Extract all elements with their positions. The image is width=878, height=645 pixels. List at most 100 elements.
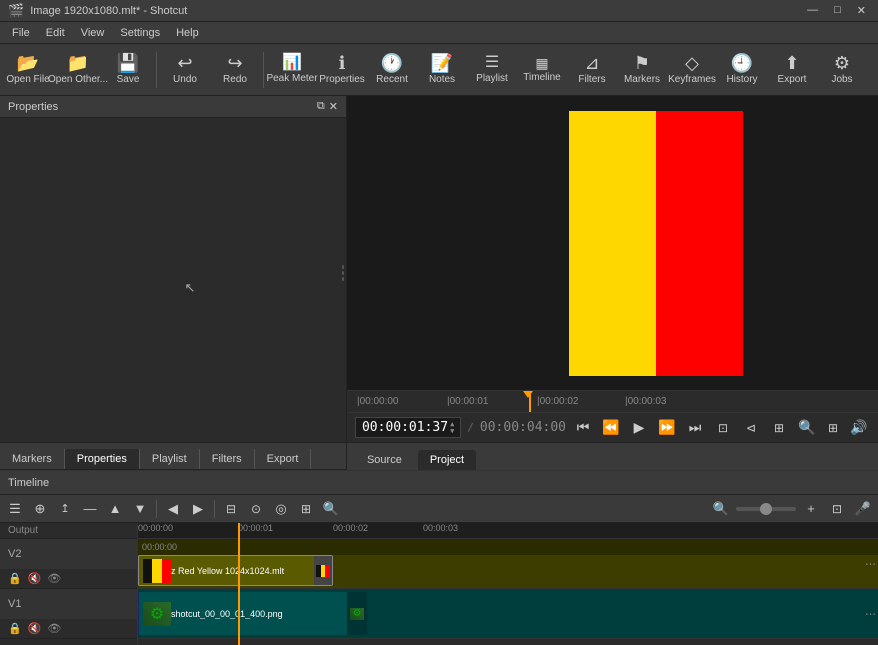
undo-button[interactable]: ↩ Undo bbox=[161, 47, 209, 93]
tab-playlist[interactable]: Playlist bbox=[140, 449, 200, 469]
go-end-button[interactable]: ⏭ bbox=[684, 417, 706, 439]
tl-up-btn[interactable]: ▲ bbox=[104, 498, 126, 520]
v2-eye-icon[interactable]: 👁 bbox=[47, 572, 61, 585]
tl-next-btn[interactable]: ▶ bbox=[187, 498, 209, 520]
tl-add-track-btn[interactable]: ⊕ bbox=[29, 498, 51, 520]
tl-snap-btn[interactable]: ⊟ bbox=[220, 498, 242, 520]
ruler-mark-3: 00:00:03 bbox=[423, 523, 458, 533]
open-file-icon: 📂 bbox=[17, 54, 39, 72]
out-point-button[interactable]: ⊞ bbox=[768, 417, 790, 439]
properties-icon: ℹ bbox=[339, 54, 346, 72]
menu-help[interactable]: Help bbox=[168, 25, 207, 41]
notes-button[interactable]: 📝 Notes bbox=[418, 47, 466, 93]
menu-edit[interactable]: Edit bbox=[38, 25, 73, 41]
jobs-button[interactable]: ⚙ Jobs bbox=[818, 47, 866, 93]
tc-mark-2: |00:00:02 bbox=[537, 391, 579, 412]
v2-timecode: 00:00:00 bbox=[142, 542, 177, 552]
panel-resize-handle[interactable] bbox=[340, 253, 346, 293]
properties-button[interactable]: ℹ Properties bbox=[318, 47, 366, 93]
recent-button[interactable]: 🕐 Recent bbox=[368, 47, 416, 93]
timeline-button[interactable]: ▦ Timeline bbox=[518, 47, 566, 93]
tl-down-btn[interactable]: ▼ bbox=[129, 498, 151, 520]
v1-scroll-hint: ⋯ bbox=[865, 607, 876, 620]
tab-export[interactable]: Export bbox=[255, 449, 312, 469]
tl-remove-btn[interactable]: — bbox=[79, 498, 101, 520]
tab-project[interactable]: Project bbox=[418, 450, 476, 470]
properties-label: Properties bbox=[319, 74, 365, 85]
tl-circle-btn[interactable]: ◎ bbox=[270, 498, 292, 520]
jobs-icon: ⚙ bbox=[834, 54, 850, 72]
tc-mark-0: |00:00:00 bbox=[357, 391, 399, 412]
audio-button[interactable]: 🔊 bbox=[848, 417, 870, 439]
preview-timecode-bar: |00:00:00 |00:00:01 |00:00:02 |00:00:03 bbox=[347, 390, 878, 412]
minimize-btn[interactable]: — bbox=[803, 4, 822, 17]
preview-playhead[interactable] bbox=[529, 391, 531, 412]
tc-down-arrow[interactable]: ▼ bbox=[450, 428, 454, 435]
tl-zoom-out-btn[interactable]: 🔍 bbox=[710, 498, 732, 520]
filters-label: Filters bbox=[578, 74, 605, 85]
step-forward-button[interactable]: ⏩ bbox=[656, 417, 678, 439]
menu-bar: File Edit View Settings Help bbox=[0, 22, 878, 44]
play-button[interactable]: ▶ bbox=[628, 417, 650, 439]
close-btn[interactable]: ✕ bbox=[853, 4, 870, 17]
tl-search-btn[interactable]: 🔍 bbox=[320, 498, 342, 520]
v1-clip[interactable]: ⚙ shotcut_00_00_01_400.png ⚙ bbox=[138, 591, 368, 636]
zoom-out-button[interactable]: 🔍 bbox=[796, 417, 818, 439]
save-icon: 💾 bbox=[117, 54, 139, 72]
timeline-title: Timeline bbox=[8, 477, 49, 489]
maximize-btn[interactable]: □ bbox=[830, 4, 845, 17]
history-button[interactable]: 🕘 History bbox=[718, 47, 766, 93]
go-start-button[interactable]: ⏮ bbox=[572, 417, 594, 439]
tl-append-btn[interactable]: ↥ bbox=[54, 498, 76, 520]
peak-meter-button[interactable]: 📊 Peak Meter bbox=[268, 47, 316, 93]
properties-close-icon[interactable]: ✕ bbox=[329, 100, 338, 113]
tab-markers[interactable]: Markers bbox=[0, 449, 65, 469]
step-back-button[interactable]: ⏪ bbox=[600, 417, 622, 439]
in-point-button[interactable]: ⊲ bbox=[740, 417, 762, 439]
timecode-spinner[interactable]: ▲ ▼ bbox=[450, 421, 454, 435]
export-button[interactable]: ⬆ Export bbox=[768, 47, 816, 93]
filters-button[interactable]: ⊿ Filters bbox=[568, 47, 616, 93]
tracks-area: 00:00:00 00:00:01 00:00:02 00:00:03 00:0… bbox=[138, 523, 878, 645]
tl-zoom-thumb[interactable] bbox=[760, 503, 772, 515]
tl-menu-btn[interactable]: ☰ bbox=[4, 498, 26, 520]
tl-ripple-btn[interactable]: ⊙ bbox=[245, 498, 267, 520]
tl-fit-btn[interactable]: ⊡ bbox=[826, 498, 848, 520]
save-label: Save bbox=[117, 74, 140, 85]
tab-properties[interactable]: Properties bbox=[65, 449, 140, 469]
open-file-button[interactable]: 📂 Open File bbox=[4, 47, 52, 93]
loop-button[interactable]: ⊡ bbox=[712, 417, 734, 439]
right-panel: |00:00:00 |00:00:01 |00:00:02 |00:00:03 … bbox=[347, 96, 878, 470]
redo-button[interactable]: ↪ Redo bbox=[211, 47, 259, 93]
tl-zoom-slider[interactable] bbox=[736, 507, 796, 511]
v1-eye-icon[interactable]: 👁 bbox=[47, 622, 61, 635]
keyframes-button[interactable]: ◇ Keyframes bbox=[668, 47, 716, 93]
tl-grid-btn[interactable]: ⊞ bbox=[295, 498, 317, 520]
tab-source[interactable]: Source bbox=[355, 450, 414, 470]
open-other-button[interactable]: 📁 Open Other... bbox=[54, 47, 102, 93]
v2-clip[interactable]: z Red Yellow 1024x1024.mlt bbox=[138, 555, 333, 586]
tl-prev-btn[interactable]: ◀ bbox=[162, 498, 184, 520]
playlist-button[interactable]: ☰ Playlist bbox=[468, 47, 516, 93]
v1-mute-icon[interactable]: 🔇 bbox=[28, 622, 42, 635]
v2-lock-icon[interactable]: 🔒 bbox=[8, 572, 22, 585]
timecode-display[interactable]: 00:00:01:37 ▲ ▼ bbox=[355, 417, 461, 438]
tab-filters[interactable]: Filters bbox=[200, 449, 255, 469]
menu-view[interactable]: View bbox=[73, 25, 113, 41]
save-button[interactable]: 💾 Save bbox=[104, 47, 152, 93]
v1-track-label-row: V1 🔒 🔇 👁 bbox=[0, 589, 137, 639]
zoom-in-button[interactable]: ⊞ bbox=[822, 417, 844, 439]
tl-zoom-in-btn[interactable]: + bbox=[800, 498, 822, 520]
timeline-label: Timeline bbox=[523, 72, 560, 83]
v1-lock-icon[interactable]: 🔒 bbox=[8, 622, 22, 635]
markers-button[interactable]: ⚑ Markers bbox=[618, 47, 666, 93]
open-other-label: Open Other... bbox=[48, 74, 108, 85]
v2-mute-icon[interactable]: 🔇 bbox=[28, 572, 42, 585]
window-title: Image 1920x1080.mlt* - Shotcut bbox=[30, 5, 187, 17]
menu-file[interactable]: File bbox=[4, 25, 38, 41]
tl-audio-btn[interactable]: 🎤 bbox=[852, 498, 874, 520]
tl-sep-1 bbox=[156, 500, 157, 518]
redo-label: Redo bbox=[223, 74, 247, 85]
properties-float-icon[interactable]: ⧉ bbox=[317, 100, 325, 113]
menu-settings[interactable]: Settings bbox=[112, 25, 168, 41]
